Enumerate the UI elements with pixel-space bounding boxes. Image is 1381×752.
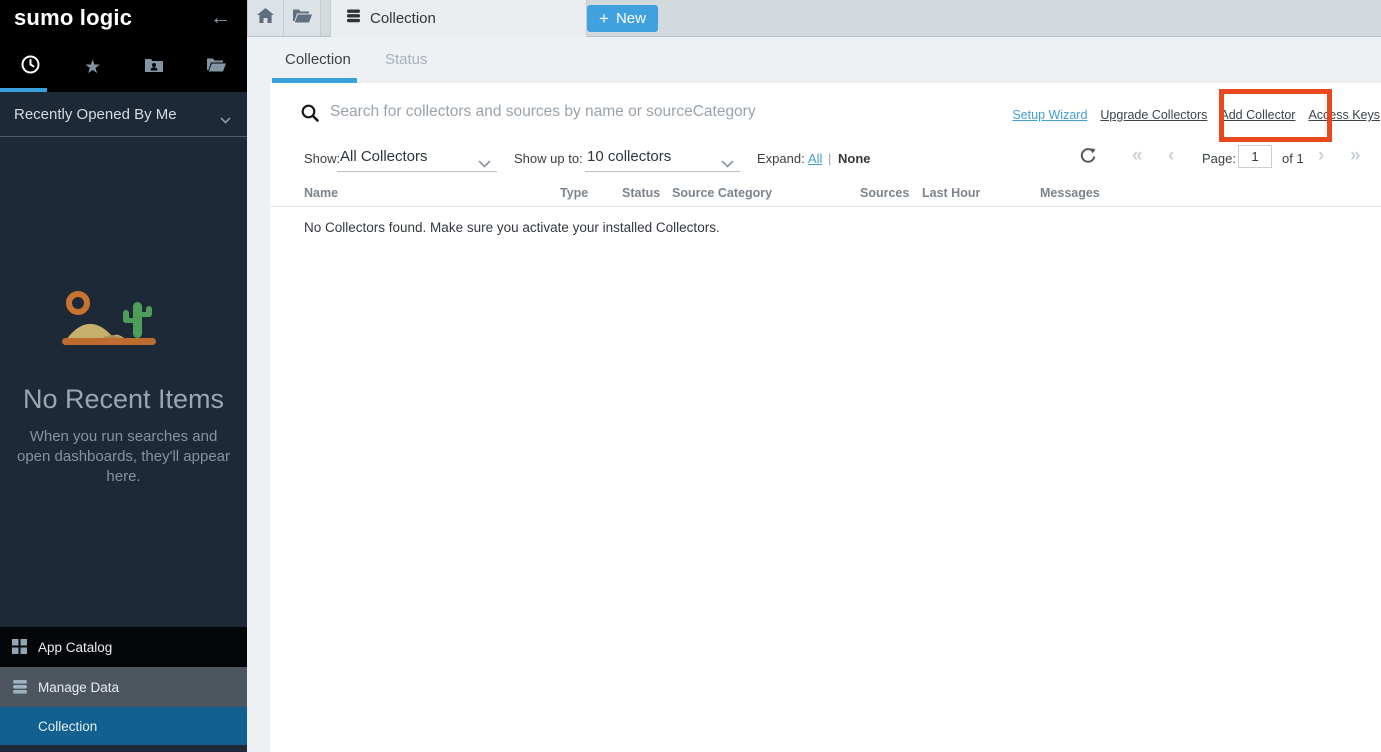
setup-wizard-link[interactable]: Setup Wizard <box>1012 108 1087 122</box>
column-header-messages[interactable]: Messages <box>1040 186 1100 200</box>
upgrade-collectors-link[interactable]: Upgrade Collectors <box>1100 108 1207 122</box>
expand-all-link[interactable]: All <box>808 151 822 166</box>
no-collectors-message: No Collectors found. Make sure you activ… <box>304 220 720 235</box>
clock-icon <box>21 55 40 79</box>
page-label: Page: <box>1202 151 1236 166</box>
sumo-logic-logo: sumo logic <box>14 5 132 31</box>
limit-dropdown-underline <box>585 171 740 172</box>
main-area: Collection + New Collection Status Setup… <box>247 0 1381 752</box>
database-icon <box>346 8 361 29</box>
sidebar-menu-divider <box>0 745 247 752</box>
sidebar-tab-bar: ★ <box>0 46 247 88</box>
chevron-down-icon[interactable] <box>478 156 491 171</box>
show-up-to-dropdown[interactable]: 10 collectors <box>587 148 671 165</box>
show-dropdown-underline <box>337 171 497 172</box>
refresh-icon[interactable] <box>1080 147 1096 167</box>
sidebar-tab-recent[interactable] <box>0 46 62 88</box>
shared-folder-icon <box>145 57 163 77</box>
tab-label: Collection <box>370 10 436 27</box>
app-window: sumo logic ← ★ <box>0 0 1381 752</box>
browser-tab-bar: Collection + New <box>247 0 1381 37</box>
next-page-icon[interactable]: › <box>1318 145 1324 167</box>
no-recent-items-title: No Recent Items <box>0 384 247 415</box>
sidebar-item-label: Manage Data <box>38 680 119 695</box>
database-icon <box>12 679 28 700</box>
sidebar-item-label: App Catalog <box>38 640 112 655</box>
prev-page-icon[interactable]: ‹ <box>1168 145 1174 167</box>
plus-icon: + <box>599 9 609 29</box>
show-label: Show: <box>304 151 340 166</box>
sidebar: sumo logic ← ★ <box>0 0 247 752</box>
show-up-to-label: Show up to: <box>514 151 583 166</box>
expand-label: Expand: <box>757 151 805 166</box>
page-subtabs: Collection Status <box>247 37 1381 83</box>
quick-links: Setup Wizard Upgrade Collectors Add Coll… <box>1012 108 1380 122</box>
expand-separator: | <box>828 151 831 166</box>
open-folder-icon <box>293 8 312 28</box>
search-icon <box>301 104 319 127</box>
subtab-status[interactable]: Status <box>385 51 428 68</box>
search-row: Setup Wizard Upgrade Collectors Add Coll… <box>270 83 1381 135</box>
controls-row: Show: All Collectors Show up to: 10 coll… <box>270 143 1381 177</box>
column-header-last-hour[interactable]: Last Hour <box>922 186 980 200</box>
star-icon: ★ <box>84 56 101 79</box>
access-keys-link[interactable]: Access Keys <box>1308 108 1380 122</box>
column-header-type[interactable]: Type <box>560 186 588 200</box>
recent-filter-select[interactable]: Recently Opened By Me <box>0 92 247 137</box>
sidebar-item-label: Collection <box>38 719 97 734</box>
home-icon <box>257 8 274 28</box>
chevron-down-icon[interactable] <box>721 156 734 171</box>
new-button[interactable]: + New <box>587 5 658 32</box>
recent-filter-label: Recently Opened By Me <box>14 106 177 123</box>
sidebar-header: sumo logic ← ★ <box>0 0 247 92</box>
subtab-collection[interactable]: Collection <box>285 51 351 68</box>
chevron-down-icon <box>220 111 231 129</box>
sidebar-item-collection[interactable]: Collection <box>0 707 247 745</box>
sidebar-tab-shared[interactable] <box>124 46 186 88</box>
grid-icon <box>12 639 27 659</box>
open-folder-icon <box>207 57 226 77</box>
column-header-source-category[interactable]: Source Category <box>672 186 772 200</box>
expand-none-link[interactable]: None <box>838 151 871 166</box>
first-page-icon[interactable]: « <box>1132 145 1143 167</box>
page-total: of 1 <box>1282 151 1304 166</box>
sidebar-tab-library[interactable] <box>185 46 247 88</box>
new-button-label: New <box>616 10 646 27</box>
no-recent-items-text: When you run searches and open dashboard… <box>15 427 233 486</box>
sidebar-tab-favorites[interactable]: ★ <box>62 46 124 88</box>
column-header-sources[interactable]: Sources <box>860 186 909 200</box>
desert-illustration <box>60 288 188 358</box>
column-header-status[interactable]: Status <box>622 186 660 200</box>
collection-panel: Setup Wizard Upgrade Collectors Add Coll… <box>270 83 1381 752</box>
search-input[interactable] <box>330 99 950 125</box>
sidebar-empty-state: No Recent Items When you run searches an… <box>0 288 247 486</box>
show-dropdown[interactable]: All Collectors <box>340 148 428 165</box>
collapse-sidebar-icon[interactable]: ← <box>210 6 231 30</box>
collectors-table-header: Name Type Status Source Category Sources… <box>270 184 1381 207</box>
home-tab-button[interactable] <box>247 0 284 36</box>
tab-collection[interactable]: Collection <box>330 0 587 37</box>
library-tab-button[interactable] <box>284 0 321 36</box>
sidebar-bottom-menu: App Catalog Manage Data Collection <box>0 627 247 752</box>
sidebar-item-manage-data[interactable]: Manage Data <box>0 667 247 707</box>
last-page-icon[interactable]: » <box>1350 145 1361 167</box>
page-number-input[interactable] <box>1238 145 1272 168</box>
add-collector-link[interactable]: Add Collector <box>1220 108 1295 122</box>
sidebar-item-app-catalog[interactable]: App Catalog <box>0 627 247 667</box>
column-header-name[interactable]: Name <box>304 186 338 200</box>
